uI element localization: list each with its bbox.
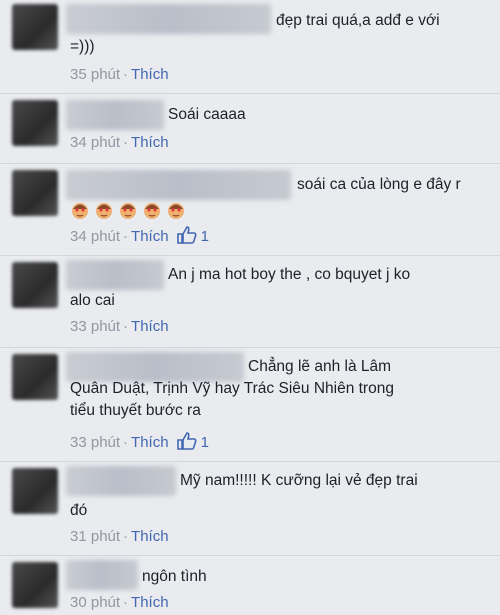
comment-meta: 34 phút · Thích 1 bbox=[70, 226, 209, 245]
comment-4: An j ma hot boy the , co bquyet j ko alo… bbox=[0, 256, 500, 346]
like-count-value: 1 bbox=[200, 228, 209, 245]
separator: · bbox=[123, 528, 129, 545]
separator: · bbox=[123, 318, 129, 335]
comment-text: đẹp trai quá,a adđ e với bbox=[276, 12, 440, 29]
separator: · bbox=[123, 134, 129, 151]
comment-meta: 31 phút · Thích bbox=[70, 528, 169, 545]
heart-eyes-emoji-icon bbox=[72, 203, 88, 219]
heart-eyes-emoji-icon bbox=[168, 203, 184, 219]
comment-5: Chẳng lẽ anh là Lâm Quân Duật, Trịnh Vỹ … bbox=[0, 348, 500, 460]
thumbs-up-icon bbox=[176, 432, 197, 450]
comment-text: Mỹ nam!!!!! K cưỡng lại vẻ đẹp trai bbox=[180, 472, 418, 489]
timestamp[interactable]: 35 phút bbox=[70, 66, 120, 83]
comment-3: soái ca của lòng e đây r 34 phút · Thích 1 bbox=[0, 164, 500, 254]
like-button[interactable]: Thích bbox=[131, 528, 169, 545]
like-button[interactable]: Thích bbox=[131, 434, 169, 451]
timestamp[interactable]: 33 phút bbox=[70, 434, 120, 451]
comment-text: soái ca của lòng e đây r bbox=[297, 176, 461, 193]
avatar[interactable] bbox=[12, 4, 58, 50]
commenter-name[interactable] bbox=[66, 260, 164, 290]
avatar[interactable] bbox=[12, 262, 58, 308]
timestamp[interactable]: 30 phút bbox=[70, 594, 120, 611]
comment-2: Soái caaaa 34 phút · Thích bbox=[0, 94, 500, 162]
timestamp[interactable]: 34 phút bbox=[70, 134, 120, 151]
separator: · bbox=[123, 594, 129, 611]
comment-meta: 30 phút · Thích bbox=[70, 594, 169, 611]
comment-text: An j ma hot boy the , co bquyet j ko bbox=[168, 266, 411, 283]
comment-text: tiểu thuyết bước ra bbox=[70, 402, 201, 419]
avatar[interactable] bbox=[12, 562, 58, 608]
commenter-name[interactable] bbox=[66, 466, 176, 496]
separator: · bbox=[123, 228, 129, 245]
heart-eyes-emoji-icon bbox=[120, 203, 136, 219]
thumbs-up-icon bbox=[176, 226, 197, 244]
comment-text: đó bbox=[70, 502, 88, 519]
comment-meta: 35 phút · Thích bbox=[70, 66, 169, 83]
comment-text: Soái caaaa bbox=[168, 106, 246, 123]
timestamp[interactable]: 33 phút bbox=[70, 318, 120, 335]
separator: · bbox=[123, 66, 129, 83]
timestamp[interactable]: 34 phút bbox=[70, 228, 120, 245]
like-count[interactable]: 1 bbox=[176, 226, 209, 245]
commenter-name[interactable] bbox=[66, 560, 138, 590]
avatar[interactable] bbox=[12, 170, 58, 216]
avatar[interactable] bbox=[12, 354, 58, 400]
commenter-name[interactable] bbox=[66, 170, 291, 200]
comment-meta: 33 phút · Thích bbox=[70, 318, 169, 335]
separator: · bbox=[123, 434, 129, 451]
comment-meta: 33 phút · Thích 1 bbox=[70, 432, 209, 451]
emoji-row bbox=[70, 200, 190, 225]
like-count[interactable]: 1 bbox=[176, 432, 209, 451]
comment-1: đẹp trai quá,a adđ e với =))) 35 phút · Th… bbox=[0, 0, 500, 92]
comment-text: =))) bbox=[70, 38, 95, 55]
like-button[interactable]: Thích bbox=[131, 318, 169, 335]
commenter-name[interactable] bbox=[66, 4, 271, 34]
avatar[interactable] bbox=[12, 100, 58, 146]
comment-text: Chẳng lẽ anh là Lâm bbox=[248, 358, 392, 375]
like-button[interactable]: Thích bbox=[131, 228, 169, 245]
commenter-name[interactable] bbox=[66, 100, 164, 130]
comment-text: Quân Duật, Trịnh Vỹ hay Trác Siêu Nhiên … bbox=[70, 380, 394, 397]
like-button[interactable]: Thích bbox=[131, 594, 169, 611]
like-count-value: 1 bbox=[200, 434, 209, 451]
heart-eyes-emoji-icon bbox=[96, 203, 112, 219]
like-button[interactable]: Thích bbox=[131, 66, 169, 83]
timestamp[interactable]: 31 phút bbox=[70, 528, 120, 545]
comment-text: alo cai bbox=[70, 292, 115, 309]
avatar[interactable] bbox=[12, 468, 58, 514]
comment-6: Mỹ nam!!!!! K cưỡng lại vẻ đẹp trai đó 3… bbox=[0, 462, 500, 554]
heart-eyes-emoji-icon bbox=[144, 203, 160, 219]
comment-text: ngôn tình bbox=[142, 568, 207, 585]
comment-meta: 34 phút · Thích bbox=[70, 134, 169, 151]
comment-7: ngôn tình 30 phút · Thích bbox=[0, 556, 500, 615]
like-button[interactable]: Thích bbox=[131, 134, 169, 151]
